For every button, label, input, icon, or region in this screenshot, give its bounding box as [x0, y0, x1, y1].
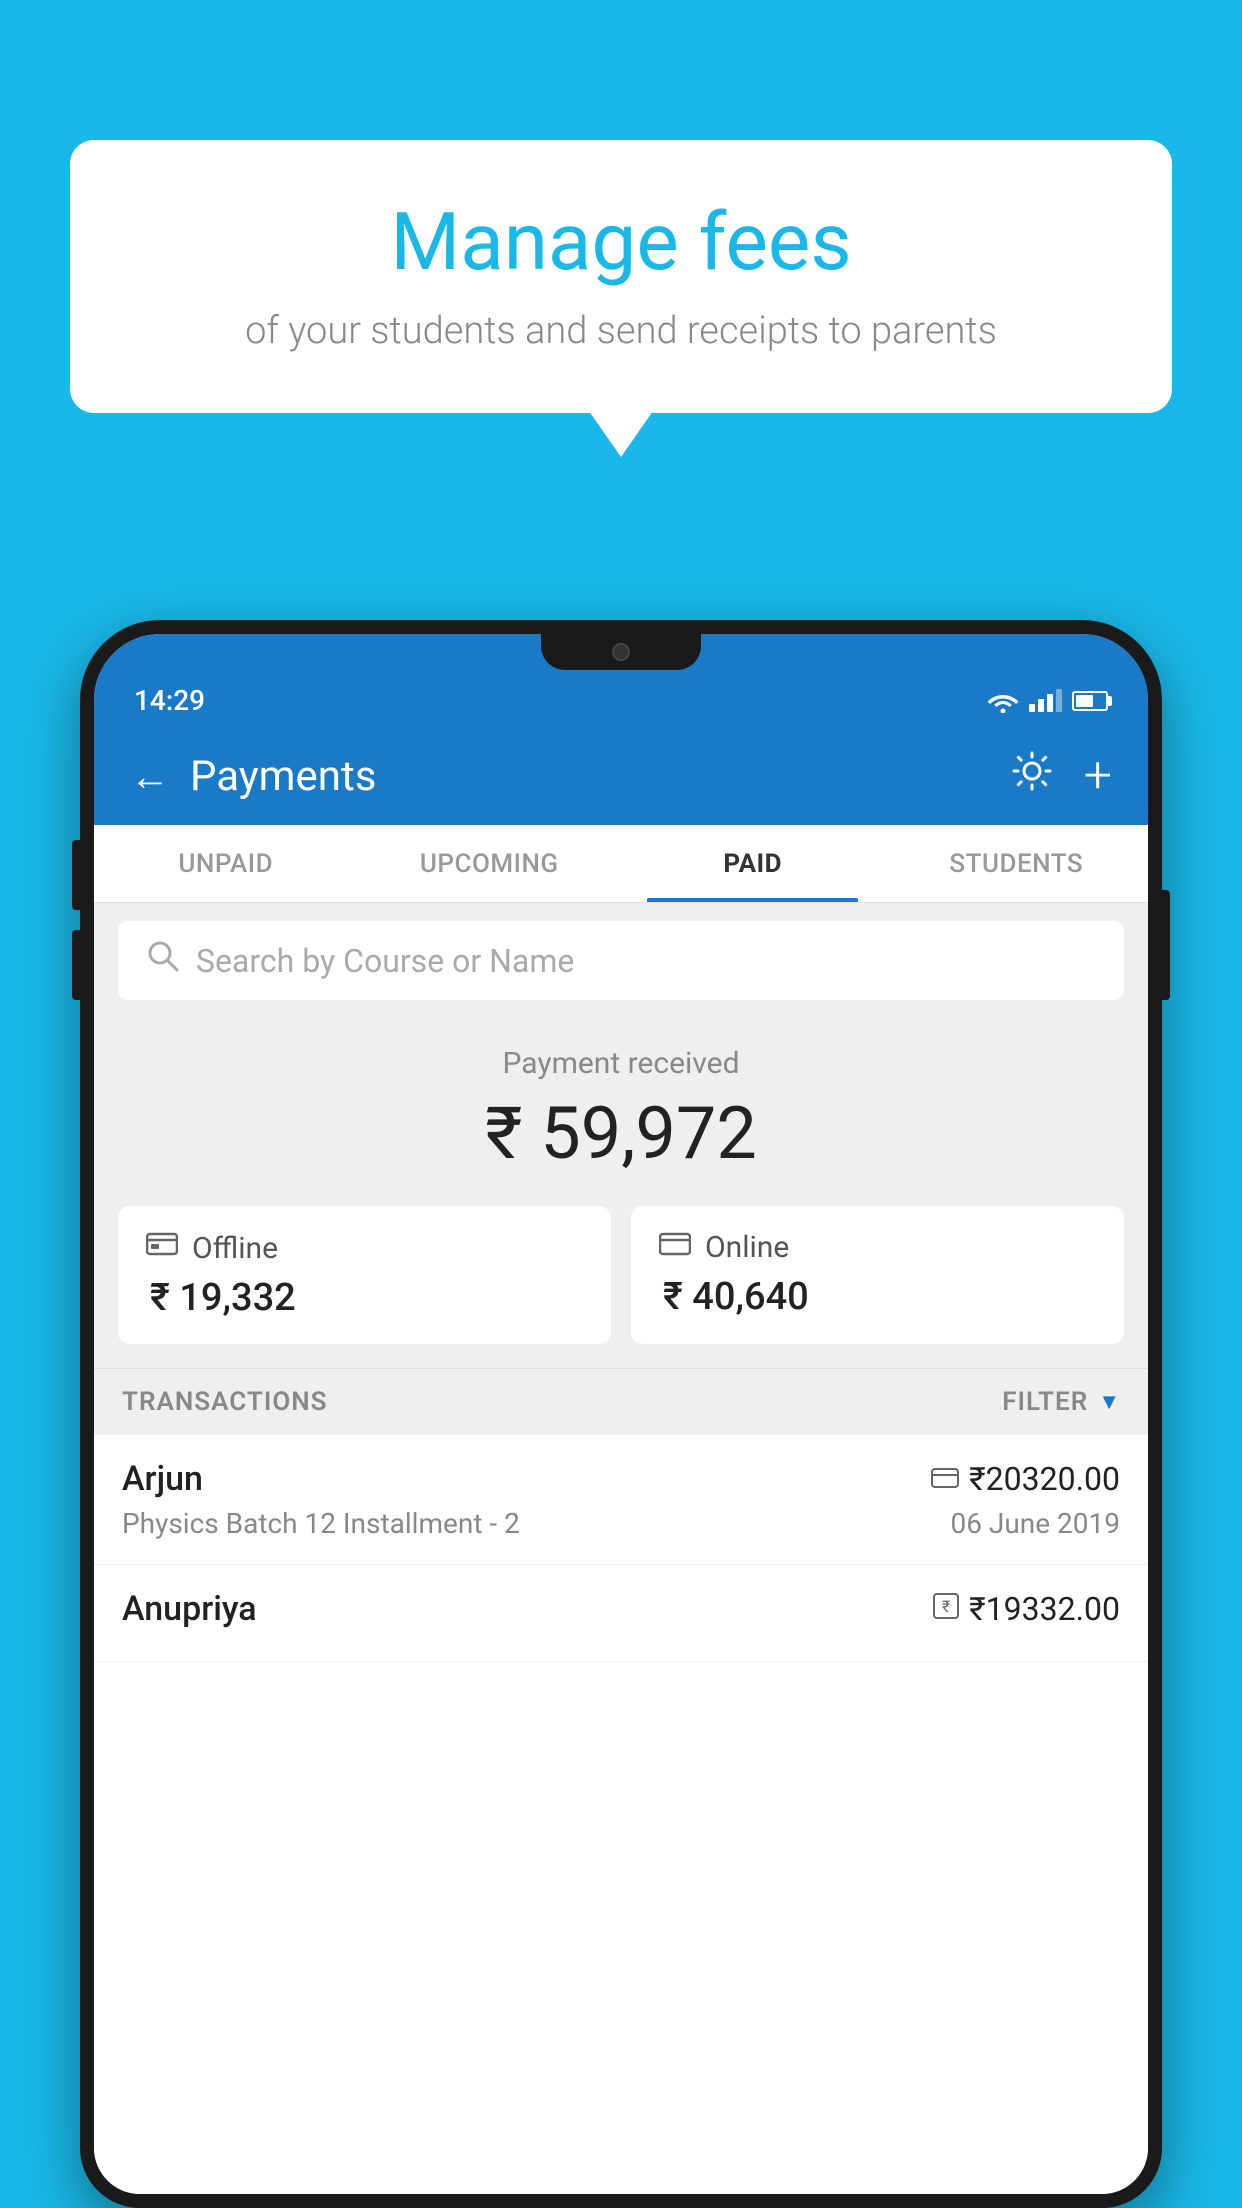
- battery-icon: [1072, 691, 1108, 711]
- transaction-name-anupriya: Anupriya: [122, 1589, 257, 1629]
- header-title: Payments: [190, 752, 376, 801]
- wifi-icon: [987, 689, 1019, 713]
- speech-bubble-container: Manage fees of your students and send re…: [70, 140, 1172, 413]
- header-left: ← Payments: [130, 752, 376, 801]
- transaction-amount-anupriya-row: ₹ ₹19332.00: [933, 1590, 1120, 1628]
- search-bar[interactable]: Search by Course or Name: [118, 921, 1124, 1000]
- tab-unpaid[interactable]: UNPAID: [94, 825, 358, 902]
- phone-container: 14:29: [80, 620, 1162, 2208]
- search-icon: [146, 939, 180, 982]
- offline-card: Offline ₹ 19,332: [118, 1206, 611, 1344]
- transaction-name-arjun: Arjun: [122, 1459, 203, 1499]
- bubble-subtitle: of your students and send receipts to pa…: [130, 309, 1112, 353]
- online-card: Online ₹ 40,640: [631, 1206, 1124, 1344]
- tab-paid[interactable]: PAID: [621, 825, 885, 902]
- status-time: 14:29: [134, 684, 205, 717]
- transactions-label: TRANSACTIONS: [122, 1387, 328, 1417]
- filter-icon: ▼: [1098, 1389, 1120, 1415]
- add-button[interactable]: +: [1084, 747, 1112, 805]
- header-right: +: [1010, 747, 1112, 805]
- transaction-course-arjun: Physics Batch 12 Installment - 2: [122, 1507, 520, 1540]
- offline-amount: ₹ 19,332: [146, 1276, 583, 1320]
- payment-cards: Offline ₹ 19,332 Online ₹ 4: [94, 1206, 1148, 1368]
- signal-icon: [1029, 689, 1062, 712]
- payment-label: Payment received: [94, 1046, 1148, 1081]
- transaction-icon-card: [931, 1463, 959, 1496]
- offline-label: Offline: [192, 1231, 278, 1266]
- side-button-power: [1162, 890, 1170, 1000]
- filter-label: FILTER: [1002, 1387, 1088, 1417]
- search-placeholder: Search by Course or Name: [196, 942, 574, 980]
- speech-bubble: Manage fees of your students and send re…: [70, 140, 1172, 413]
- tabs-bar: UNPAID UPCOMING PAID STUDENTS: [94, 825, 1148, 903]
- payment-summary: Payment received ₹ 59,972: [94, 1018, 1148, 1206]
- table-row[interactable]: Anupriya ₹ ₹19332.00: [94, 1565, 1148, 1662]
- settings-button[interactable]: [1010, 749, 1054, 803]
- online-amount: ₹ 40,640: [659, 1275, 1096, 1319]
- svg-text:₹: ₹: [942, 1597, 950, 1616]
- side-button-vol-up: [72, 840, 80, 910]
- app-header: ← Payments +: [94, 727, 1148, 825]
- table-row[interactable]: Arjun ₹20320.00 Physics: [94, 1435, 1148, 1565]
- transactions-header: TRANSACTIONS FILTER ▼: [94, 1368, 1148, 1435]
- transaction-amount-arjun-row: ₹20320.00: [931, 1460, 1120, 1498]
- transaction-icon-rupee: ₹: [933, 1593, 959, 1626]
- side-button-vol-down: [72, 930, 80, 1000]
- tab-students[interactable]: STUDENTS: [885, 825, 1149, 902]
- tab-upcoming[interactable]: UPCOMING: [358, 825, 622, 902]
- camera-dot: [612, 643, 630, 661]
- online-icon: [659, 1230, 691, 1265]
- transaction-date-arjun: 06 June 2019: [950, 1507, 1120, 1540]
- payment-amount: ₹ 59,972: [94, 1091, 1148, 1176]
- back-button[interactable]: ←: [130, 753, 170, 800]
- phone-notch: [541, 634, 701, 670]
- status-icons: [987, 689, 1108, 713]
- offline-icon: [146, 1230, 178, 1266]
- phone-screen: 14:29: [94, 634, 1148, 2194]
- transaction-list: Arjun ₹20320.00 Physics: [94, 1435, 1148, 2194]
- bubble-title: Manage fees: [130, 195, 1112, 289]
- online-label: Online: [705, 1230, 789, 1265]
- search-section: Search by Course or Name: [94, 903, 1148, 1018]
- filter-row[interactable]: FILTER ▼: [1002, 1387, 1120, 1417]
- transaction-amount-arjun: ₹20320.00: [969, 1460, 1120, 1498]
- transaction-amount-anupriya: ₹19332.00: [969, 1590, 1120, 1628]
- phone-frame: 14:29: [80, 620, 1162, 2208]
